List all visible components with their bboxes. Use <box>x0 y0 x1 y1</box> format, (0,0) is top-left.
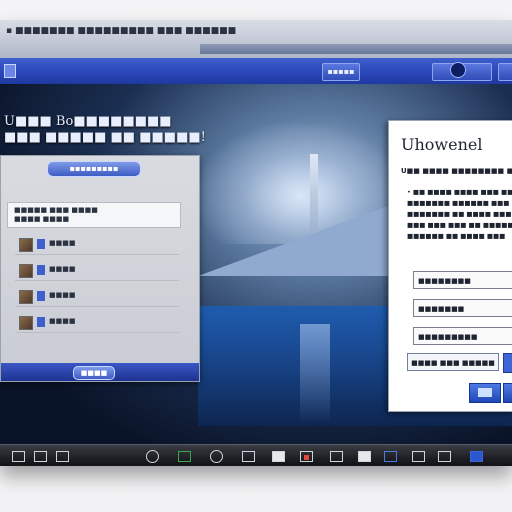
left-dialog: ▪▪▪▪▪▪▪▪▪ ■■■■■ ■■■ ■■■■ ■■■■ ■■■■ ■■■■ … <box>0 155 200 382</box>
folder-icon-2[interactable] <box>358 451 371 462</box>
screen: ▪ ■■■■■■■ ■■■■■■■■■ ■■■ ■■■■■■ ▪▪▪▪▪ U■■… <box>0 20 512 466</box>
roof-image <box>198 206 388 276</box>
dialog-subtitle: U■■ ■■■■ ■■■■■■■■ ■■■ <box>401 167 512 175</box>
app-icon[interactable] <box>178 451 191 462</box>
item-type-icon <box>37 291 45 301</box>
go-button[interactable] <box>503 353 512 373</box>
footer-button[interactable]: ■■■■ <box>73 366 115 380</box>
item-image-icon <box>19 264 33 278</box>
list-item-label: ■■■■ <box>49 239 76 247</box>
panel-text-2: ■■■■ ■■■■ <box>14 215 70 223</box>
badge-icon <box>304 455 309 460</box>
window-title: ▪ ■■■■■■■ ■■■■■■■■■ ■■■ ■■■■■■ <box>6 26 237 36</box>
left-dialog-header[interactable]: ▪▪▪▪▪▪▪▪▪ <box>47 161 141 177</box>
panel-text-1: ■■■■■ ■■■ ■■■■ <box>14 206 98 214</box>
window-icon[interactable] <box>34 451 47 462</box>
menu-bar: ▪▪▪▪▪ <box>0 58 512 84</box>
app-icon-2[interactable] <box>330 451 343 462</box>
circle-icon[interactable] <box>146 450 159 463</box>
description-line: • ■■ ■■■■ ■■■■ ■■■ ■■■ <box>407 188 512 196</box>
item-image-icon <box>19 290 33 304</box>
window-icon-2[interactable] <box>412 451 425 462</box>
link-button[interactable]: ■■■■ ■■■ ■■■■■ <box>407 353 499 371</box>
description-line: ■■■■■■ ■■ ■■■■ ■■■ <box>407 232 506 240</box>
close-button[interactable] <box>498 63 512 81</box>
input-field-1[interactable]: ■■■■■■■■ <box>413 271 512 289</box>
monitor-icon[interactable] <box>242 451 255 462</box>
ok-button[interactable] <box>469 383 501 403</box>
item-image-icon <box>19 316 33 330</box>
description-line: ■■■■■■■ ■■ ■■■■ ■■■ <box>407 210 512 218</box>
input-field-2[interactable]: ■■■■■■■ <box>413 299 512 317</box>
list-item[interactable]: ■■■■ <box>15 316 179 333</box>
desktop-title-line-1: U■■■ Bo■■■■■■■■ <box>4 114 172 129</box>
globe-icon[interactable] <box>210 450 223 463</box>
taskbar <box>0 444 512 466</box>
folder-icon[interactable] <box>56 451 69 462</box>
list-item[interactable]: ■■■■ <box>15 290 179 307</box>
right-dialog: Uhowenel U■■ ■■■■ ■■■■■■■■ ■■■ • ■■ ■■■■… <box>388 120 512 412</box>
input-field-3[interactable]: ■■■■■■■■■ <box>413 327 512 345</box>
description-line: ■■■ ■■■ ■■■ ■■ ■■■■■■ <box>407 221 512 229</box>
description-line: ■■■■■■■ ■■■■■■ ■■■ <box>407 199 510 207</box>
desktop-title: U■■■ Bo■■■■■■■■ ■■■ ■■■■■ ■■ ■■■■■! <box>4 114 206 146</box>
list-item[interactable]: ■■■■ <box>15 238 179 255</box>
item-image-icon <box>19 238 33 252</box>
list-item[interactable]: ■■■■ <box>15 264 179 281</box>
app-icon[interactable] <box>4 64 16 78</box>
left-dialog-footer: ■■■■ <box>1 363 199 381</box>
next-button[interactable] <box>503 383 512 403</box>
list-item-label: ■■■■ <box>49 265 76 273</box>
item-type-icon <box>37 239 45 249</box>
menu-button-center[interactable]: ▪▪▪▪▪ <box>322 63 360 81</box>
reflection-image <box>300 324 330 424</box>
box-icon[interactable] <box>272 451 285 462</box>
left-dialog-panel: ■■■■■ ■■■ ■■■■ ■■■■ ■■■■ <box>7 202 181 228</box>
start-icon[interactable] <box>12 451 25 462</box>
list-item-label: ■■■■ <box>49 291 76 299</box>
item-type-icon <box>37 317 45 327</box>
list-item-label: ■■■■ <box>49 317 76 325</box>
dialog-title: Uhowenel <box>401 135 483 154</box>
desktop-title-line-2: ■■■ ■■■■■ ■■ ■■■■■! <box>4 130 206 145</box>
item-type-icon <box>37 265 45 275</box>
monitor-icon-2[interactable] <box>384 451 397 462</box>
window-titlebar: ▪ ■■■■■■■ ■■■■■■■■■ ■■■ ■■■■■■ <box>0 20 512 59</box>
toggle-icon[interactable] <box>450 62 466 78</box>
dialog-description: • ■■ ■■■■ ■■■■ ■■■ ■■■ ■■■■■■■ ■■■■■■ ■■… <box>407 187 512 242</box>
address-bar[interactable] <box>200 44 512 54</box>
app-icon-4[interactable] <box>470 451 483 462</box>
app-icon-3[interactable] <box>438 451 451 462</box>
